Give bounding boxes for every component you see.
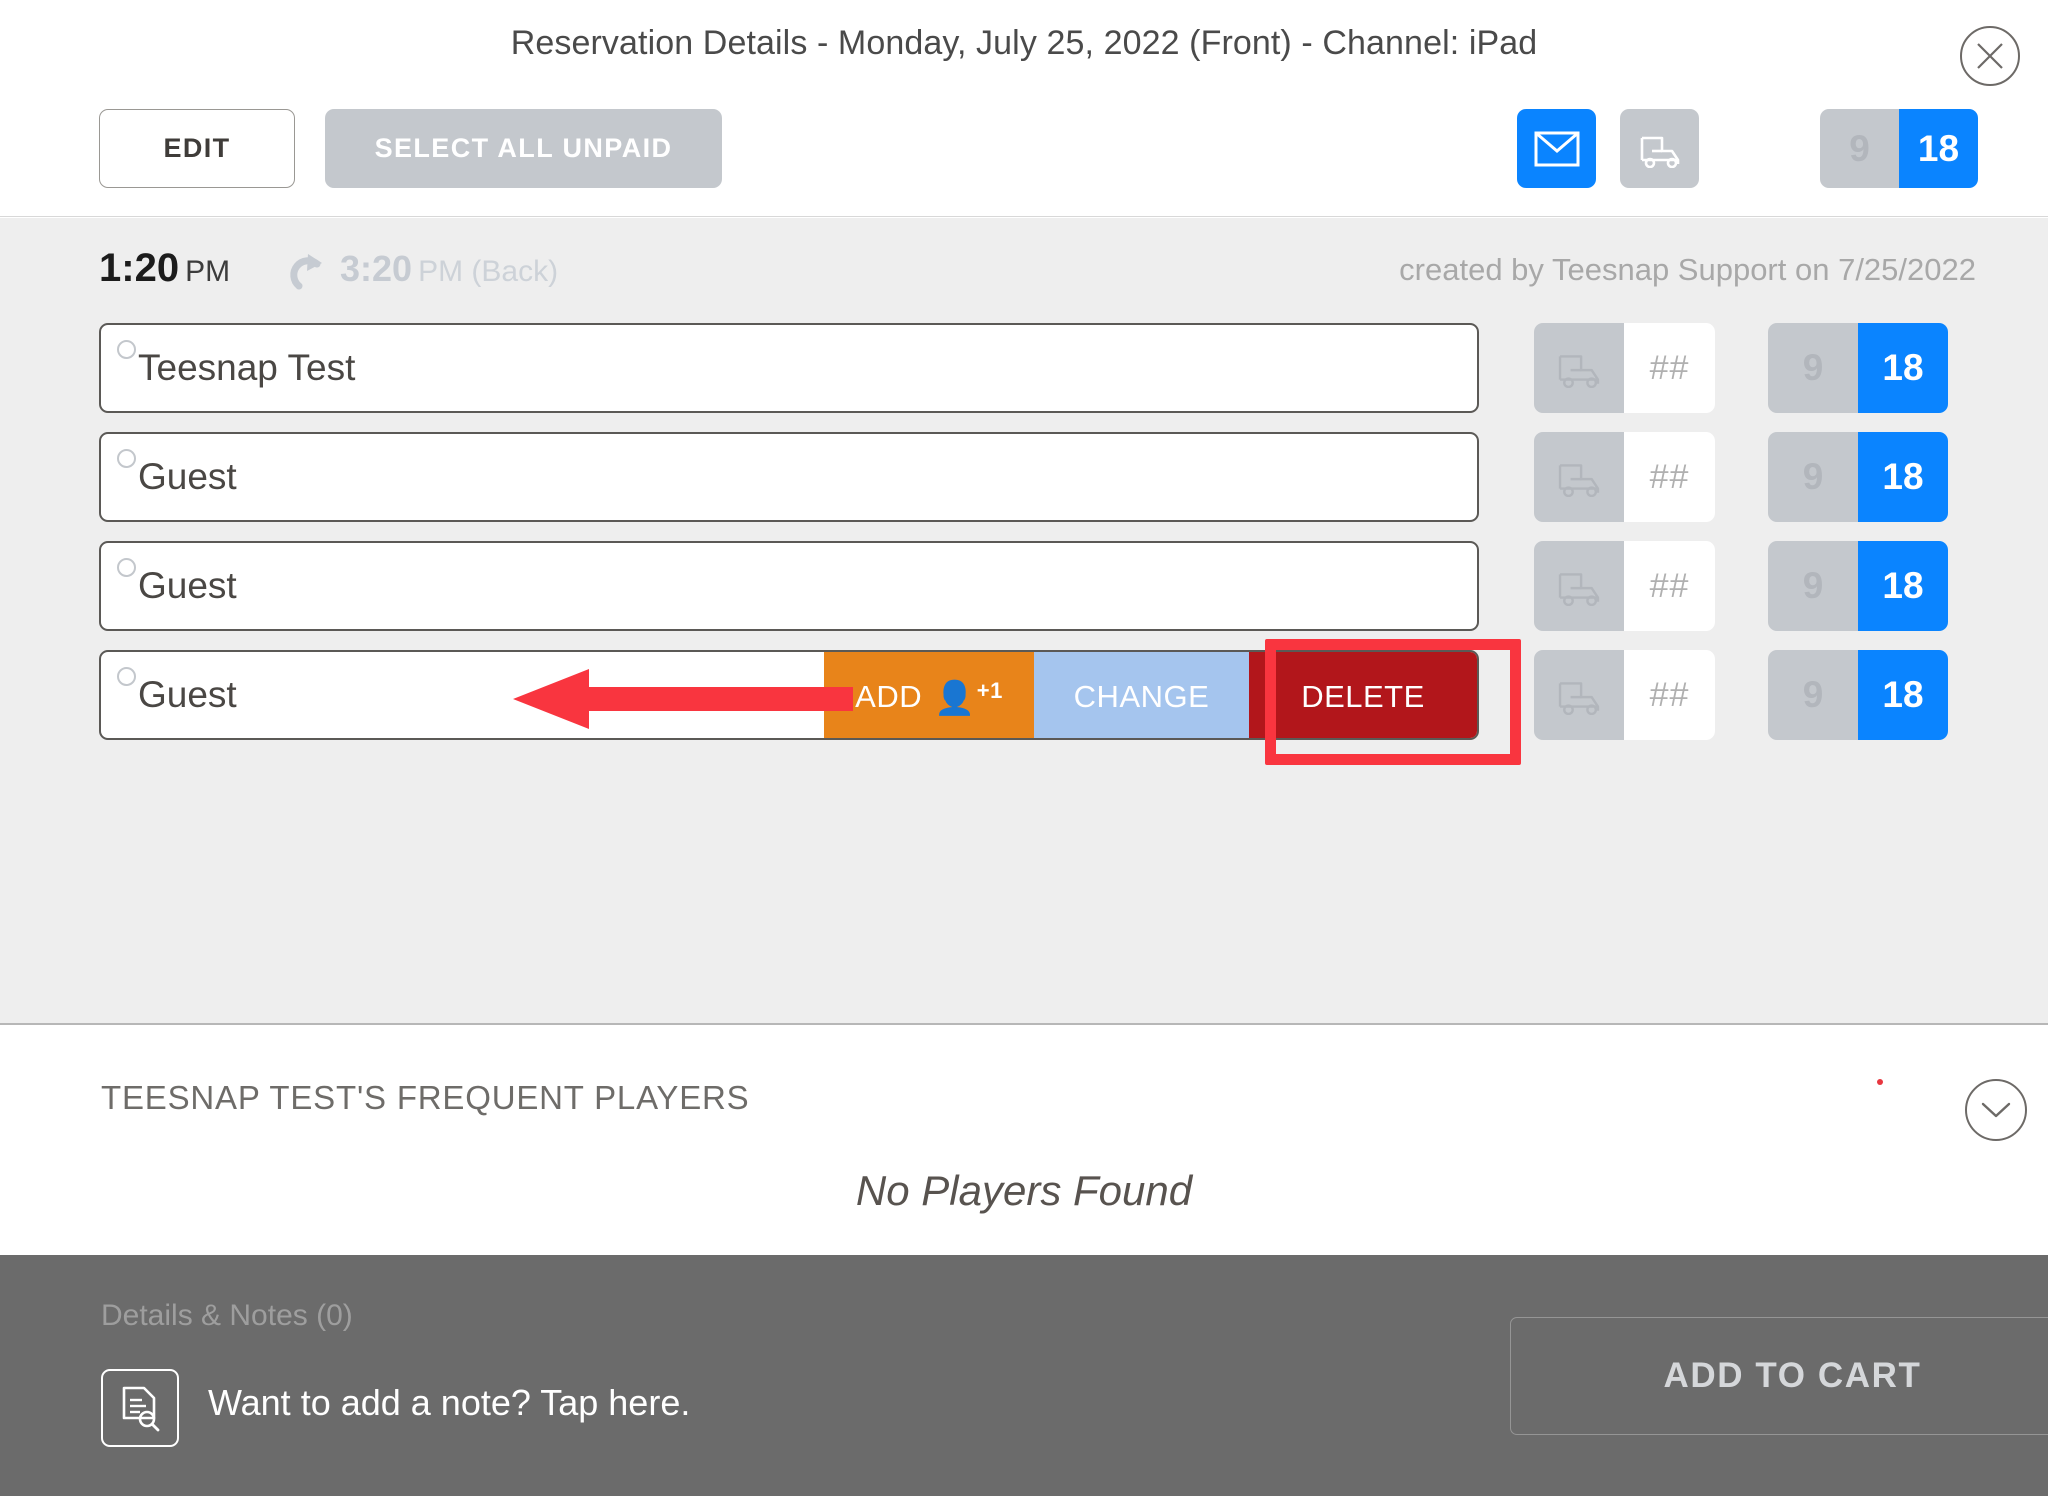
add-note-button[interactable] (101, 1369, 179, 1447)
close-icon (1977, 43, 2003, 69)
player-holes-toggle: 9 18 (1768, 650, 1948, 740)
add-to-cart-button[interactable]: ADD TO CART (1510, 1317, 2048, 1435)
player-cart-group: ## (1534, 650, 1715, 740)
reservation-details-modal: Reservation Details - Monday, July 25, 2… (0, 0, 2048, 1496)
table-row: Guest ## 9 18 (0, 541, 2048, 631)
back-time-label: PM (Back) (418, 255, 559, 288)
player-holes-9-option[interactable]: 9 (1768, 432, 1858, 522)
back-time-value: 3:20 (340, 248, 413, 289)
player-holes-18-option[interactable]: 18 (1858, 432, 1948, 522)
player-holes-9-option[interactable]: 9 (1768, 541, 1858, 631)
page-title: Reservation Details - Monday, July 25, 2… (510, 24, 1538, 62)
holes-toggle-group: 9 18 (1820, 109, 1978, 188)
player-holes-toggle: 9 18 (1768, 541, 1948, 631)
player-list: Teesnap Test ## 9 18 Guest ## 9 18 Guest… (0, 323, 2048, 759)
action-toolbar: EDIT SELECT ALL UNPAID 9 18 (0, 96, 2048, 217)
player-select-radio[interactable] (117, 449, 136, 468)
player-name-label: Guest (138, 565, 237, 606)
details-notes-label: Details & Notes (0) (101, 1299, 353, 1332)
player-cart-number[interactable]: ## (1624, 323, 1715, 413)
player-name-label: Guest (138, 674, 237, 715)
golf-cart-icon (1558, 573, 1600, 606)
reservation-body: 1:20 PM 3:20 PM (Back) created by Teesnap … (0, 218, 2048, 1025)
turn-arrow-icon (290, 254, 322, 290)
golf-cart-icon (1558, 355, 1600, 388)
player-select-radio[interactable] (117, 667, 136, 686)
player-holes-18-option[interactable]: 18 (1858, 323, 1948, 413)
frequent-players-section: TEESNAP TEST'S FREQUENT PLAYERS No Playe… (0, 1027, 2048, 1255)
close-button[interactable] (1960, 26, 2020, 86)
toolbar-icon-group: 9 18 (1517, 109, 1978, 188)
player-name-field[interactable]: Guest (99, 432, 1479, 522)
empty-state-message: No Players Found (855, 1167, 1193, 1214)
player-cart-button[interactable] (1534, 650, 1624, 740)
plus-one-badge: +1 (976, 678, 1003, 703)
player-select-radio[interactable] (117, 558, 136, 577)
start-time-value: 1:20 (99, 246, 180, 290)
change-player-button[interactable]: CHANGE (1034, 652, 1249, 738)
player-select-radio[interactable] (117, 340, 136, 359)
player-cart-button[interactable] (1534, 432, 1624, 522)
reservation-time-row: 1:20 PM 3:20 PM (Back) created by Teesnap … (0, 246, 2048, 306)
golf-cart-button[interactable] (1620, 109, 1699, 188)
add-player-button[interactable]: ADD 👤 +1 (824, 652, 1034, 738)
start-time-ampm: PM (185, 255, 231, 288)
player-name-label: Teesnap Test (138, 347, 356, 388)
player-cart-button[interactable] (1534, 323, 1624, 413)
player-cart-number[interactable]: ## (1624, 432, 1715, 522)
delete-player-button[interactable]: DELETE (1249, 652, 1477, 738)
back-time: 3:20 PM (Back) (340, 248, 558, 290)
document-search-icon (122, 1386, 160, 1432)
created-by-label: created by Teesnap Support on 7/25/2022 (1399, 252, 1976, 287)
player-holes-toggle: 9 18 (1768, 323, 1948, 413)
chevron-down-icon (1981, 1102, 2011, 1118)
table-row: Guest ADD 👤 +1 CHANGE DELETE ## 9 18 (0, 650, 2048, 740)
add-label: ADD (855, 679, 923, 714)
holes-18-option[interactable]: 18 (1899, 109, 1978, 188)
player-name-field[interactable]: Guest (99, 541, 1479, 631)
player-holes-18-option[interactable]: 18 (1858, 541, 1948, 631)
player-holes-18-option[interactable]: 18 (1858, 650, 1948, 740)
player-cart-group: ## (1534, 323, 1715, 413)
expand-frequent-players-button[interactable] (1965, 1079, 2027, 1141)
start-time: 1:20 PM (99, 246, 230, 291)
player-holes-9-option[interactable]: 9 (1768, 323, 1858, 413)
player-holes-9-option[interactable]: 9 (1768, 650, 1858, 740)
golf-cart-icon (1558, 682, 1600, 715)
frequent-players-title: TEESNAP TEST'S FREQUENT PLAYERS (101, 1079, 750, 1116)
holes-9-option[interactable]: 9 (1820, 109, 1899, 188)
player-cart-button[interactable] (1534, 541, 1624, 631)
add-note-prompt[interactable]: Want to add a note? Tap here. (208, 1382, 690, 1424)
notification-dot (1877, 1079, 1883, 1085)
player-name-field[interactable]: Teesnap Test (99, 323, 1479, 413)
person-glyph: 👤 (934, 679, 976, 716)
swipe-action-group: ADD 👤 +1 CHANGE DELETE (824, 652, 1477, 738)
player-cart-group: ## (1534, 432, 1715, 522)
add-person-icon: 👤 +1 (934, 678, 1003, 716)
table-row: Teesnap Test ## 9 18 (0, 323, 2048, 413)
table-row: Guest ## 9 18 (0, 432, 2048, 522)
envelope-icon (1534, 131, 1579, 166)
golf-cart-icon (1640, 136, 1679, 168)
email-button[interactable] (1517, 109, 1596, 188)
player-name-label: Guest (138, 456, 237, 497)
select-all-unpaid-button[interactable]: SELECT ALL UNPAID (325, 109, 722, 188)
player-name-field[interactable]: Guest ADD 👤 +1 CHANGE DELETE (99, 650, 1479, 740)
edit-button[interactable]: EDIT (99, 109, 295, 188)
player-cart-number[interactable]: ## (1624, 541, 1715, 631)
titlebar: Reservation Details - Monday, July 25, 2… (0, 0, 2048, 96)
player-cart-number[interactable]: ## (1624, 650, 1715, 740)
golf-cart-icon (1558, 464, 1600, 497)
player-cart-group: ## (1534, 541, 1715, 631)
player-holes-toggle: 9 18 (1768, 432, 1948, 522)
